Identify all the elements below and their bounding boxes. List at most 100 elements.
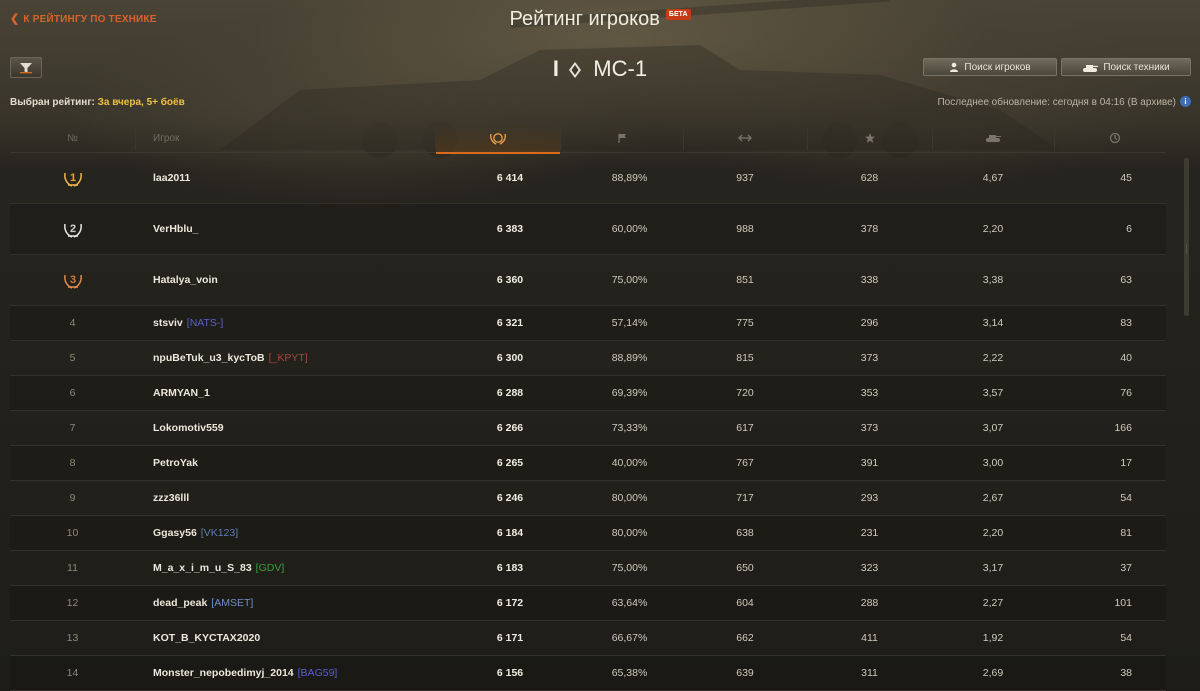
- column-header-frags[interactable]: [932, 124, 1054, 152]
- player-name[interactable]: KOT_B_KYCTAX2020: [153, 632, 260, 644]
- player-name[interactable]: Ggasy56: [153, 527, 197, 539]
- player-name[interactable]: Hatalya_voin: [153, 274, 218, 286]
- rank-position: 5: [69, 352, 76, 364]
- svg-text:1: 1: [69, 172, 75, 184]
- player-name-cell[interactable]: ARMYAN_1: [153, 376, 210, 410]
- xp-value: 311: [861, 667, 878, 679]
- rating-value: 6 171: [496, 632, 524, 644]
- column-header-rating[interactable]: [436, 124, 560, 154]
- rating-value: 6 414: [496, 172, 524, 184]
- player-name-cell[interactable]: zzz36lll: [153, 481, 189, 515]
- clan-tag[interactable]: [_KPYT]: [269, 352, 308, 364]
- selected-rating-value[interactable]: За вчера, 5+ боёв: [98, 97, 185, 108]
- player-name[interactable]: dead_peak: [153, 597, 207, 609]
- table-row[interactable]: 7 Lokomotiv559 6 266 73,33% 617 373 3,07 166: [10, 411, 1166, 446]
- player-name-cell[interactable]: stsviv [NATS-]: [153, 306, 223, 340]
- scrollbar-thumb[interactable]: [1184, 158, 1189, 316]
- frags-value: 2,69: [982, 667, 1004, 679]
- player-name[interactable]: stsviv: [153, 317, 183, 329]
- winrate-value: 40,00%: [611, 457, 648, 469]
- winrate-value: 88,89%: [611, 172, 648, 184]
- table-row[interactable]: 14 Monster_nepobedimyj_2014 [BAG59] 6 156 65…: [10, 656, 1166, 691]
- player-name-cell[interactable]: VerHblu_: [153, 204, 199, 254]
- winrate-value: 65,38%: [611, 667, 648, 679]
- clan-tag[interactable]: [AMSET]: [211, 597, 253, 609]
- column-header-xp[interactable]: [807, 124, 932, 152]
- player-name-cell[interactable]: laa2011: [153, 153, 190, 203]
- battles-value: 81: [1120, 527, 1132, 539]
- table-row[interactable]: 6 ARMYAN_1 6 288 69,39% 720 353 3,57 76: [10, 376, 1166, 411]
- column-header-winrate[interactable]: [560, 124, 683, 152]
- damage-value: 937: [736, 172, 754, 184]
- beta-badge: БЕТА: [665, 9, 691, 20]
- player-name[interactable]: Monster_nepobedimyj_2014: [153, 667, 294, 679]
- search-tech-button[interactable]: Поиск техники: [1061, 58, 1191, 76]
- xp-value: 338: [860, 274, 879, 286]
- player-name-cell[interactable]: Monster_nepobedimyj_2014 [BAG59]: [153, 656, 337, 690]
- player-name[interactable]: ARMYAN_1: [153, 387, 210, 399]
- player-name-cell[interactable]: PetroYak: [153, 446, 198, 480]
- clan-tag[interactable]: [VK123]: [201, 527, 238, 539]
- table-row[interactable]: 12 dead_peak [AMSET] 6 172 63,64% 604 288 2,27 1…: [10, 586, 1166, 621]
- frags-value: 2,20: [982, 527, 1004, 539]
- player-name-cell[interactable]: KOT_B_KYCTAX2020: [153, 621, 260, 655]
- table-row[interactable]: 4 stsviv [NATS-] 6 321 57,14% 775 296 3,14 83: [10, 306, 1166, 341]
- table-row[interactable]: 11 M_a_x_i_m_u_S_83 [GDV] 6 183 75,00% 650 323…: [10, 551, 1166, 586]
- battles-value: 38: [1120, 667, 1132, 679]
- table-row[interactable]: 1 laa2011 6 414 88,89% 937 628 4,67 45: [10, 153, 1166, 204]
- rank-position: 12: [66, 597, 79, 609]
- player-name-cell[interactable]: Hatalya_voin: [153, 255, 218, 305]
- table-row[interactable]: 5 npuBeTuk_u3_kycToB [_KPYT] 6 300 88,89% 815…: [10, 341, 1166, 376]
- player-name-cell[interactable]: dead_peak [AMSET]: [153, 586, 253, 620]
- svg-text:2: 2: [69, 223, 75, 235]
- rank-position: 6: [69, 387, 76, 399]
- damage-value: 720: [736, 387, 754, 399]
- frags-value: 3,57: [982, 387, 1004, 399]
- damage-value: 617: [736, 422, 754, 434]
- player-name[interactable]: PetroYak: [153, 457, 198, 469]
- rank-position: 4: [69, 317, 76, 329]
- column-header-battles[interactable]: [1054, 124, 1176, 152]
- rating-value: 6 156: [496, 667, 524, 679]
- winrate-value: 57,14%: [611, 317, 648, 329]
- player-name-cell[interactable]: Lokomotiv559: [153, 411, 224, 445]
- table-row[interactable]: 9 zzz36lll 6 246 80,00% 717 293 2,67 54: [10, 481, 1166, 516]
- column-header-position[interactable]: №: [50, 124, 95, 152]
- frags-value: 3,07: [982, 422, 1004, 434]
- table-row[interactable]: 10 Ggasy56 [VK123] 6 184 80,00% 638 231 2,20 81: [10, 516, 1166, 551]
- column-header-damage[interactable]: [683, 124, 807, 152]
- clan-tag[interactable]: [NATS-]: [187, 317, 224, 329]
- frags-value: 3,14: [982, 317, 1004, 329]
- battles-value: 76: [1120, 387, 1132, 399]
- player-name[interactable]: M_a_x_i_m_u_S_83: [153, 562, 252, 574]
- player-name[interactable]: laa2011: [153, 172, 190, 184]
- rank-medal: 3: [50, 255, 95, 305]
- winrate-value: 80,00%: [611, 492, 648, 504]
- tank-class-diamond-icon: [569, 62, 582, 79]
- xp-value: 231: [860, 527, 879, 539]
- player-name-cell[interactable]: Ggasy56 [VK123]: [153, 516, 238, 550]
- player-name[interactable]: Lokomotiv559: [153, 422, 224, 434]
- search-players-button[interactable]: Поиск игроков: [923, 58, 1057, 76]
- damage-value: 767: [736, 457, 754, 469]
- column-header-player[interactable]: Игрок: [153, 124, 179, 152]
- player-name[interactable]: VerHblu_: [153, 223, 199, 235]
- scrollbar[interactable]: [1182, 158, 1191, 685]
- xp-value: 293: [860, 492, 879, 504]
- table-row[interactable]: 13 KOT_B_KYCTAX2020 6 171 66,67% 662 411 1,92 5…: [10, 621, 1166, 656]
- battles-value: 83: [1120, 317, 1132, 329]
- player-name[interactable]: npuBeTuk_u3_kycToB: [153, 352, 265, 364]
- clan-tag[interactable]: [BAG59]: [298, 667, 338, 679]
- player-name-cell[interactable]: npuBeTuk_u3_kycToB [_KPYT]: [153, 341, 308, 375]
- info-icon[interactable]: i: [1180, 96, 1191, 107]
- header-divider: [135, 128, 136, 150]
- table-row[interactable]: 2 VerHblu_ 6 383 60,00% 988 378 2,20 6: [10, 204, 1166, 255]
- table-row[interactable]: 3 Hatalya_voin 6 360 75,00% 851 338 3,38 63: [10, 255, 1166, 306]
- player-name[interactable]: zzz36lll: [153, 492, 189, 504]
- clan-tag[interactable]: [GDV]: [256, 562, 285, 574]
- table-row[interactable]: 8 PetroYak 6 265 40,00% 767 391 3,00 17: [10, 446, 1166, 481]
- battles-icon: [1109, 132, 1121, 144]
- medal-bronze-icon: 3: [63, 274, 82, 289]
- player-name-cell[interactable]: M_a_x_i_m_u_S_83 [GDV]: [153, 551, 284, 585]
- selected-rating: Выбран рейтинг: За вчера, 5+ боёв: [10, 97, 185, 108]
